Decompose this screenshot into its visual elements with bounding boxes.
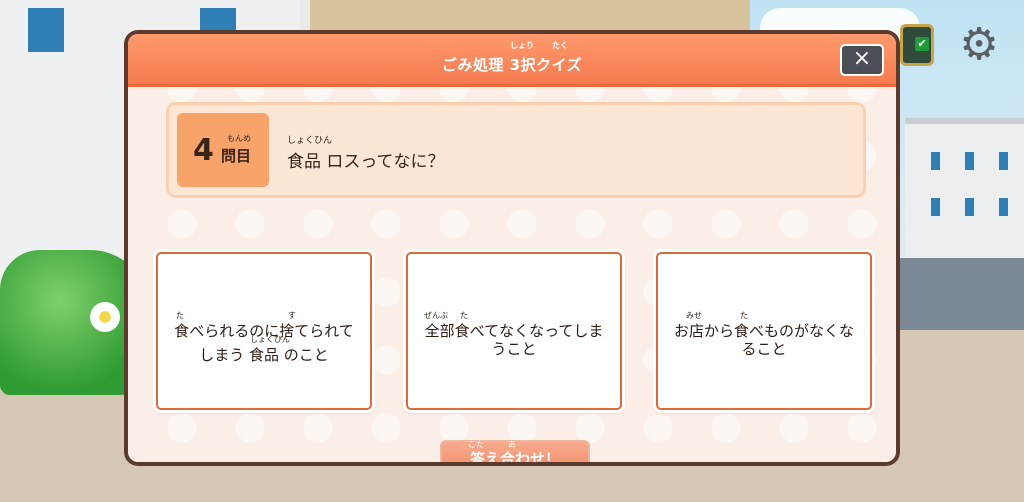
check-button-ruby: あ bbox=[508, 440, 516, 449]
building-window bbox=[931, 198, 940, 216]
question-box: 4 もんめ 問目 しょくひん 食品 ロスってなに？ bbox=[166, 102, 866, 198]
flower-icon bbox=[90, 302, 120, 332]
building-window bbox=[28, 8, 64, 52]
question-ruby: しょくひん bbox=[287, 136, 333, 146]
close-button[interactable]: × bbox=[840, 44, 884, 76]
title-ruby: たく bbox=[552, 41, 568, 50]
building-window bbox=[999, 152, 1008, 170]
dialog-header: しょり たく ごみ処理 3択クイズ × bbox=[128, 34, 896, 87]
building-window bbox=[965, 152, 974, 170]
answer-text-line-2: うこと bbox=[491, 340, 537, 358]
quiz-dialog-body: しょり たく ごみ処理 3択クイズ × 4 もんめ 問目 しょくひん 食品 ロス… bbox=[128, 34, 896, 462]
building-window bbox=[999, 198, 1008, 216]
gear-icon[interactable]: ⚙ bbox=[956, 22, 1002, 68]
checklist-icon[interactable]: ✔ bbox=[900, 24, 934, 66]
building-window bbox=[931, 152, 940, 170]
title-ruby: しょり bbox=[510, 41, 534, 50]
answer-option-1[interactable]: た す 食べられるのに捨てられて しょくひん しまう 食品 のこと bbox=[156, 252, 372, 410]
check-button-ruby: こた bbox=[468, 440, 484, 449]
question-number: 4 bbox=[193, 133, 214, 168]
answer-option-3[interactable]: みせ た お店から食べものがなくな ること bbox=[656, 252, 872, 410]
answer-option-2[interactable]: ぜんぶ た 全部食べてなくなってしま うこと bbox=[406, 252, 622, 410]
building-right bbox=[905, 118, 1024, 266]
answer-text-line-2: ること bbox=[741, 340, 787, 358]
question-number-badge: 4 もんめ 問目 bbox=[177, 113, 269, 187]
dialog-title: ごみ処理 3択クイズ bbox=[441, 56, 583, 74]
question-text: 食品 ロスってなに？ bbox=[287, 152, 445, 172]
answer-text-line-2: しまう 食品 のこと bbox=[199, 346, 329, 364]
question-unit-ruby: もんめ bbox=[227, 134, 251, 143]
building-window bbox=[965, 198, 974, 216]
quiz-dialog: しょり たく ごみ処理 3択クイズ × 4 もんめ 問目 しょくひん 食品 ロス… bbox=[124, 30, 900, 466]
check-icon: ✔ bbox=[915, 37, 929, 51]
question-unit: 問目 bbox=[221, 147, 252, 165]
